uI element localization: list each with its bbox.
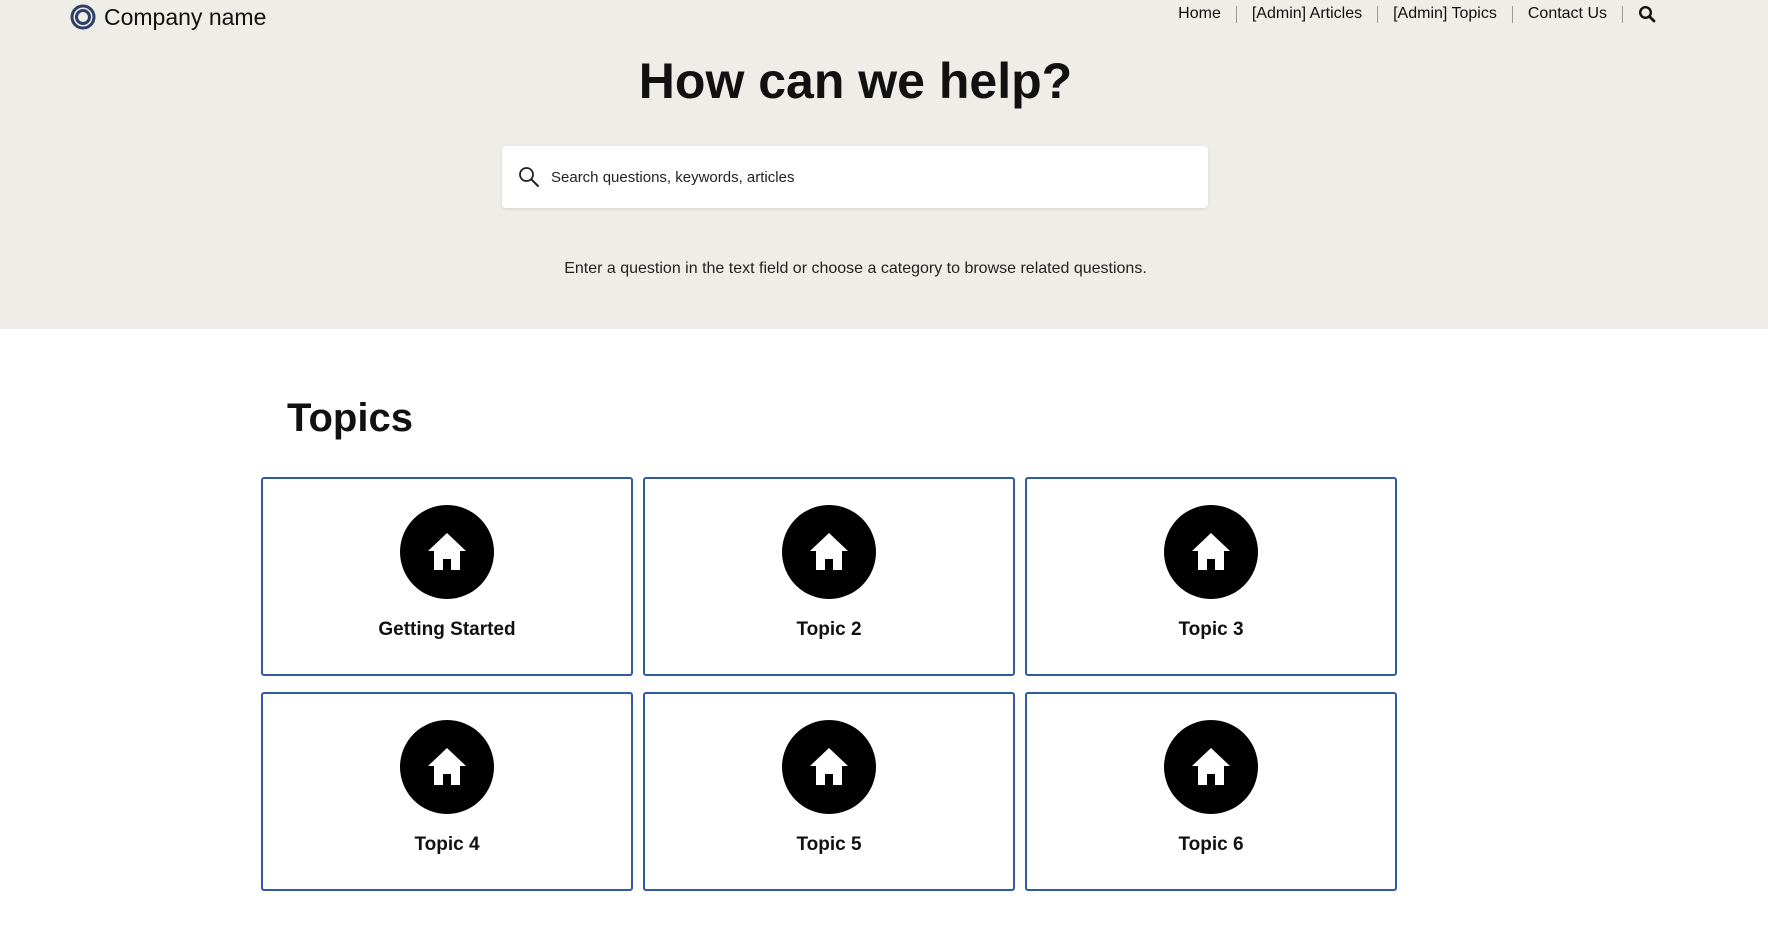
search-icon — [1638, 5, 1656, 23]
topic-card-label: Topic 2 — [796, 619, 862, 640]
topic-card-topic-2[interactable]: Topic 2 — [643, 477, 1015, 676]
topic-card-topic-5[interactable]: Topic 5 — [643, 692, 1015, 891]
top-nav: Home [Admin] Articles [Admin] Topics Con… — [1163, 3, 1656, 25]
topic-card-getting-started[interactable]: Getting Started — [261, 477, 633, 676]
topic-card-topic-4[interactable]: Topic 4 — [261, 692, 633, 891]
home-icon — [782, 720, 876, 814]
topic-card-label: Topic 5 — [796, 834, 862, 855]
nav-link-home[interactable]: Home — [1163, 3, 1236, 25]
topic-card-label: Topic 3 — [1178, 619, 1244, 640]
hero-title: How can we help? — [638, 53, 1073, 109]
brand-name: Company name — [104, 4, 267, 30]
search-icon — [519, 167, 539, 187]
hero-banner: Company name Home [Admin] Articles [Admi… — [0, 0, 1768, 329]
nav-link-contact-us[interactable]: Contact Us — [1513, 3, 1622, 25]
topics-grid: Getting Started Topic 2 Topic 3 Topic 4 … — [261, 477, 1397, 891]
home-icon — [1164, 720, 1258, 814]
home-icon — [400, 505, 494, 599]
topic-card-label: Getting Started — [378, 619, 516, 640]
home-icon — [782, 505, 876, 599]
topics-title: Topics — [287, 396, 413, 440]
home-icon — [1164, 505, 1258, 599]
search-input[interactable] — [549, 156, 1208, 198]
brand-home-link[interactable]: Company name — [70, 4, 266, 30]
search-box[interactable] — [502, 146, 1208, 208]
topic-card-topic-6[interactable]: Topic 6 — [1025, 692, 1397, 891]
topic-card-label: Topic 6 — [1178, 834, 1244, 855]
nav-search-button[interactable] — [1623, 5, 1656, 23]
nav-link-admin-topics[interactable]: [Admin] Topics — [1378, 3, 1512, 25]
topic-card-label: Topic 4 — [414, 834, 480, 855]
home-icon — [400, 720, 494, 814]
ring-logo-icon — [70, 4, 96, 30]
topic-card-topic-3[interactable]: Topic 3 — [1025, 477, 1397, 676]
search-hint: Enter a question in the text field or ch… — [564, 260, 1147, 277]
nav-link-admin-articles[interactable]: [Admin] Articles — [1237, 3, 1377, 25]
